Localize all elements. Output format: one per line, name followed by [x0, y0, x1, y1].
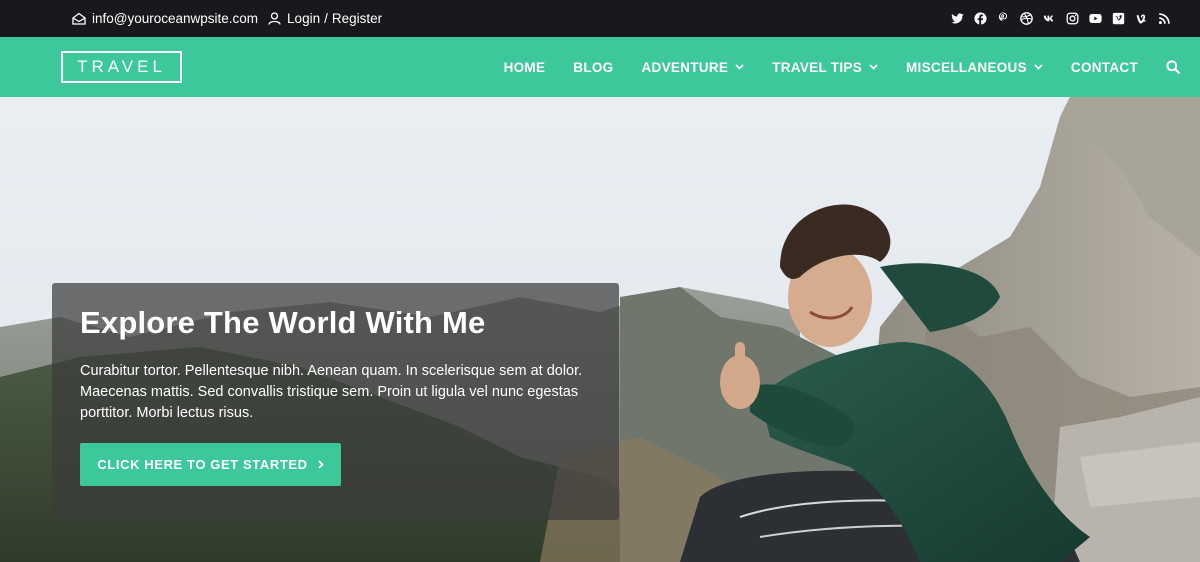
- twitter-icon[interactable]: [946, 0, 969, 37]
- login-separator: /: [324, 11, 328, 26]
- get-started-button[interactable]: CLICK HERE TO GET STARTED: [80, 443, 341, 486]
- chevron-down-icon: [869, 64, 878, 70]
- main-header: TRAVEL HOME BLOG ADVENTURE TRAVEL TIPS M…: [0, 37, 1200, 97]
- vine-icon[interactable]: [1130, 0, 1153, 37]
- envelope-open-icon: [72, 12, 86, 25]
- search-toggle[interactable]: [1166, 60, 1180, 74]
- nav-item-adventure[interactable]: ADVENTURE: [641, 60, 744, 75]
- get-started-button-label: CLICK HERE TO GET STARTED: [97, 457, 308, 472]
- hero-section: Explore The World With Me Curabitur tort…: [0, 97, 1200, 562]
- chevron-down-icon: [735, 64, 744, 70]
- login-link[interactable]: Login: [287, 11, 320, 26]
- site-logo[interactable]: TRAVEL: [61, 51, 182, 83]
- chevron-down-icon: [1034, 64, 1043, 70]
- hero-card: Explore The World With Me Curabitur tort…: [52, 283, 619, 520]
- login-register: Login / Register: [268, 11, 382, 26]
- email-link[interactable]: info@youroceanwpsite.com: [72, 11, 258, 26]
- hero-title: Explore The World With Me: [80, 305, 486, 340]
- contact-info: info@youroceanwpsite.com Login / Registe…: [72, 0, 392, 37]
- hero-description: Curabitur tortor. Pellentesque nibh. Aen…: [80, 363, 583, 421]
- register-link[interactable]: Register: [332, 11, 382, 26]
- nav-item-travel-tips[interactable]: TRAVEL TIPS: [772, 60, 878, 75]
- nav-item-miscellaneous[interactable]: MISCELLANEOUS: [906, 60, 1043, 75]
- facebook-icon[interactable]: [969, 0, 992, 37]
- email-text: info@youroceanwpsite.com: [92, 11, 259, 26]
- social-links: [946, 0, 1176, 37]
- nav-item-contact[interactable]: CONTACT: [1071, 60, 1138, 75]
- nav-item-label: BLOG: [573, 59, 614, 75]
- nav-item-label: HOME: [503, 59, 546, 75]
- vk-icon[interactable]: [1038, 0, 1061, 37]
- vimeo-square-icon[interactable]: [1107, 0, 1130, 37]
- top-bar: info@youroceanwpsite.com Login / Registe…: [0, 0, 1200, 37]
- nav-item-label: CONTACT: [1070, 59, 1138, 75]
- nav-item-label: MISCELLANEOUS: [906, 59, 1027, 75]
- youtube-icon[interactable]: [1084, 0, 1107, 37]
- search-icon: [1166, 60, 1180, 74]
- nav-item-blog[interactable]: BLOG: [573, 60, 613, 75]
- user-icon: [268, 12, 281, 25]
- nav-item-label: ADVENTURE: [641, 59, 729, 75]
- nav-item-home[interactable]: HOME: [504, 60, 546, 75]
- chevron-right-icon: [317, 460, 324, 469]
- rss-icon[interactable]: [1153, 0, 1176, 37]
- nav-item-label: TRAVEL TIPS: [772, 59, 862, 75]
- pinterest-icon[interactable]: [992, 0, 1015, 37]
- instagram-icon[interactable]: [1061, 0, 1084, 37]
- main-navigation: HOME BLOG ADVENTURE TRAVEL TIPS MISCELLA…: [476, 37, 1180, 97]
- dribbble-icon[interactable]: [1015, 0, 1038, 37]
